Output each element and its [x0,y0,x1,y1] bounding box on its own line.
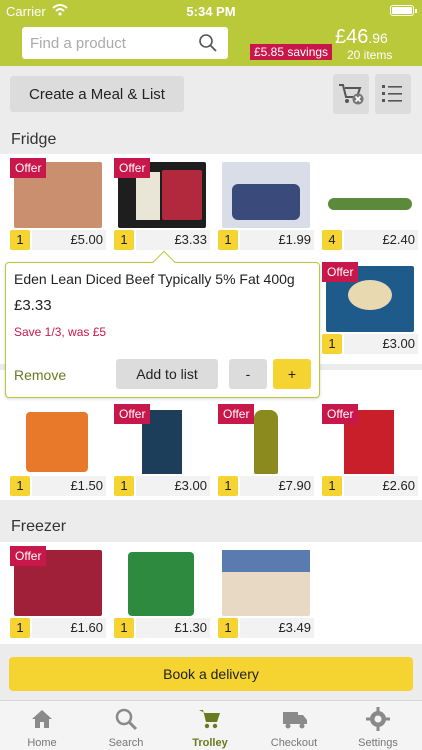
total-cents: .96 [368,30,388,46]
create-meal-list-button[interactable]: Create a Meal & List [10,76,184,112]
product-image [222,162,310,228]
offer-badge: Offer [10,158,47,178]
product-tile[interactable]: Offer 1 £2.60 [322,404,418,500]
delivery-van-icon [283,712,307,729]
quantity-badge[interactable]: 1 [218,230,238,250]
offer-badge: Offer [218,404,255,424]
product-tile[interactable]: Offer 1 £3.00 [114,404,210,500]
product-price: £3.33 [136,230,210,250]
product-price: £1.30 [136,618,210,638]
quantity-badge[interactable]: 1 [114,230,134,250]
product-image [326,162,414,228]
product-tile[interactable]: Offer 1 £7.90 [218,404,314,500]
popup-savings-text: Save 1/3, was £5 [14,325,107,339]
tab-home[interactable]: Home [0,701,84,750]
product-tile[interactable]: 1 £1.50 [10,404,106,500]
tab-settings[interactable]: Settings [336,701,420,750]
savings-badge: £5.85 savings [250,44,333,60]
tab-trolley[interactable]: Trolley [168,701,252,750]
product-tile[interactable]: Offer 1 £5.00 [10,158,106,254]
product-price: £5.00 [32,230,106,250]
status-bar: Carrier 5:34 PM [0,0,422,22]
book-delivery-button[interactable]: Book a delivery [9,657,413,691]
product-tile[interactable]: Offer 1 £1.60 [10,546,106,642]
quantity-badge[interactable]: 4 [322,230,342,250]
section-title-fridge: Fridge [11,131,57,148]
offer-badge: Offer [114,404,151,424]
home-icon [32,710,52,728]
quantity-badge[interactable]: 1 [322,476,342,496]
product-tile[interactable]: 1 £1.30 [114,546,210,642]
offer-badge: Offer [114,158,151,178]
trolley-clear-icon [339,84,364,105]
search-icon [115,708,138,731]
product-price: £3.00 [136,476,210,496]
popup-product-price: £3.33 [14,297,52,314]
product-tile[interactable]: 4 £2.40 [322,158,418,254]
tab-search[interactable]: Search [84,701,168,750]
quantity-badge[interactable]: 1 [10,618,30,638]
tab-label: Checkout [270,737,318,749]
tab-checkout[interactable]: Checkout [252,701,336,750]
tab-label: Settings [358,737,398,749]
offer-badge: Offer [322,262,359,282]
product-price: £2.40 [344,230,418,250]
product-price: £3.00 [344,334,418,354]
quantity-badge[interactable]: 1 [10,230,30,250]
search-icon[interactable] [198,33,218,53]
list-view-button[interactable] [375,74,411,114]
product-price: £1.60 [32,618,106,638]
decrease-quantity-button[interactable]: - [229,359,267,389]
offer-badge: Offer [322,404,359,424]
product-price: £1.99 [240,230,314,250]
product-quick-edit-popup: Eden Lean Diced Beef Typically 5% Fat 40… [5,250,320,398]
product-image [118,550,206,616]
quantity-badge[interactable]: 1 [218,618,238,638]
total-main: £46 [335,26,369,48]
product-tile[interactable]: 1 £3.49 [218,546,314,642]
tab-bar: Home Search Trolley Checkout Settings [0,700,422,750]
quantity-badge[interactable]: 1 [322,334,342,354]
clear-trolley-button[interactable] [333,74,369,114]
product-tile[interactable]: Offer 1 £3.33 [114,158,210,254]
product-tile[interactable]: 1 £1.99 [218,158,314,254]
section-title-freezer: Freezer [11,518,67,535]
remove-button[interactable]: Remove [14,367,66,383]
app-header: Carrier 5:34 PM £5.85 savings £46.96 20 … [0,0,422,66]
battery-icon [390,5,417,16]
gear-icon [366,707,390,731]
product-tile[interactable]: Offer 1 £3.00 [322,262,418,358]
product-price: £7.90 [240,476,314,496]
search-box[interactable] [22,27,228,59]
quantity-badge[interactable]: 1 [10,476,30,496]
trolley-total[interactable]: £46.96 [335,26,388,49]
product-image [14,408,102,474]
quantity-badge[interactable]: 1 [218,476,238,496]
increase-quantity-button[interactable]: + [273,359,311,389]
search-input[interactable] [30,27,190,59]
popup-product-name: Eden Lean Diced Beef Typically 5% Fat 40… [14,271,295,287]
product-image [222,550,310,616]
offer-badge: Offer [10,546,47,566]
item-count: 20 items [347,48,393,62]
add-to-list-button[interactable]: Add to list [116,359,218,389]
list-icon [382,85,402,102]
quantity-badge[interactable]: 1 [114,476,134,496]
tab-label: Home [27,737,57,749]
clock: 5:34 PM [186,4,236,19]
product-price: £3.49 [240,618,314,638]
tab-label: Trolley [192,737,228,749]
product-price: £2.60 [344,476,418,496]
product-price: £1.50 [32,476,106,496]
trolley-icon [199,710,220,729]
tab-label: Search [108,737,144,749]
quantity-badge[interactable]: 1 [114,618,134,638]
